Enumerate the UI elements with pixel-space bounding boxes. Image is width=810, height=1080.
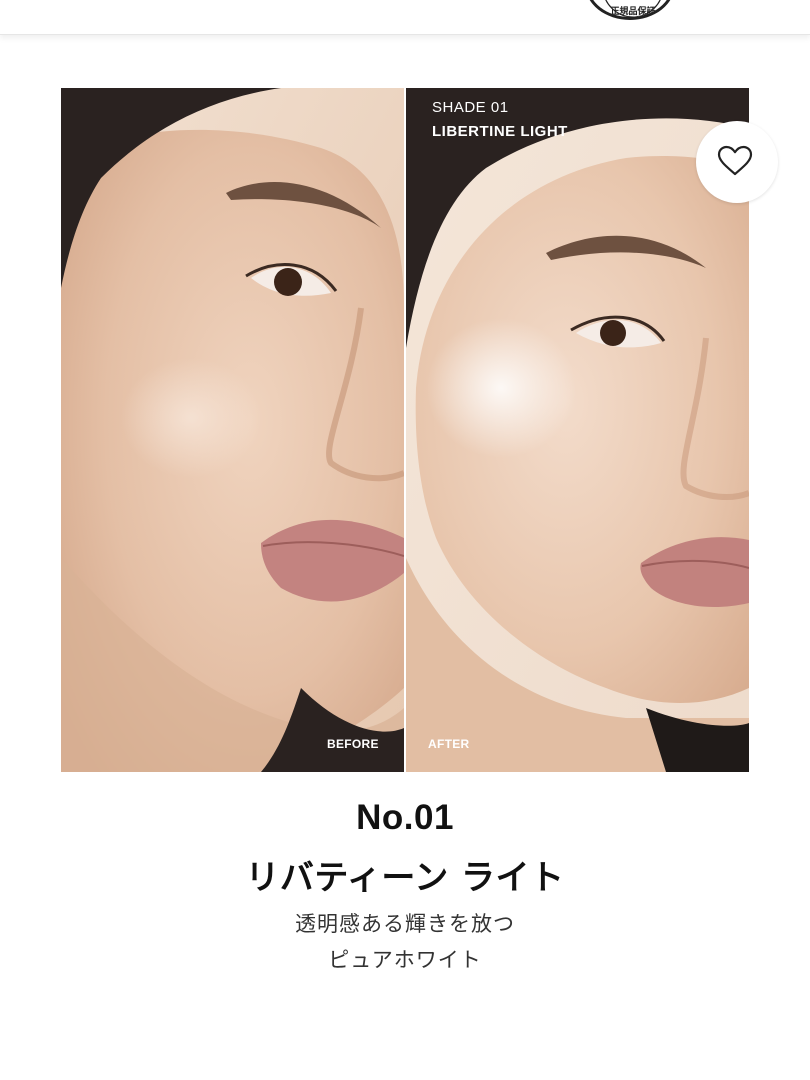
before-after-image: BEFORE SHADE 01 LIBERTINE LIGHT AFTER bbox=[61, 88, 749, 772]
seal-text: 正規品保証 bbox=[610, 5, 655, 17]
product-number: No.01 bbox=[356, 798, 454, 837]
favorite-button[interactable] bbox=[696, 121, 778, 203]
after-photo: SHADE 01 LIBERTINE LIGHT AFTER bbox=[406, 88, 749, 772]
product-tagline-line1: 透明感ある輝きを放つ bbox=[295, 912, 515, 936]
heart-outline-icon bbox=[717, 145, 753, 176]
product-name: リバティーン ライト bbox=[245, 858, 565, 898]
after-label: AFTER bbox=[428, 737, 470, 751]
product-tagline-line2: ピュアホワイト bbox=[328, 948, 482, 972]
top-header-bar: 正規品保証 bbox=[0, 0, 810, 35]
shade-name: LIBERTINE LIGHT bbox=[432, 123, 568, 140]
shade-number: SHADE 01 bbox=[432, 99, 509, 116]
before-label: BEFORE bbox=[327, 737, 379, 751]
authentic-seal-icon: 正規品保証 bbox=[585, 0, 675, 20]
before-photo: BEFORE bbox=[61, 88, 404, 772]
